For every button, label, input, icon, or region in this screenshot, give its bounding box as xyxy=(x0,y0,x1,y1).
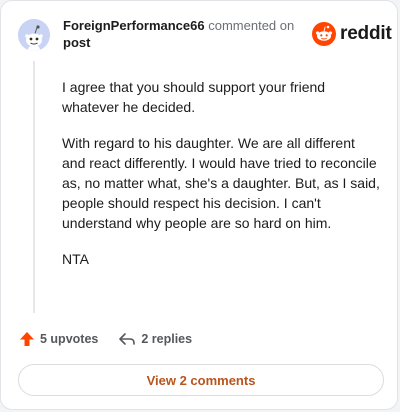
replies-count: 2 replies xyxy=(141,332,193,346)
comment-actions: 5 upvotes 2 replies xyxy=(19,331,192,347)
username[interactable]: ForeignPerformance66 xyxy=(63,18,205,33)
snoo-avatar-icon xyxy=(18,19,50,51)
upvote-button[interactable]: 5 upvotes xyxy=(19,331,98,347)
comment-paragraph: I agree that you should support your fri… xyxy=(62,79,326,115)
thread-line xyxy=(33,61,35,313)
user-avatar[interactable] xyxy=(18,19,50,51)
brand-name: reddit xyxy=(340,23,392,44)
meta-text: commented on xyxy=(208,18,295,33)
view-comments-button[interactable]: View 2 comments xyxy=(18,364,384,396)
upvote-arrow-icon xyxy=(20,332,34,346)
comment-header: ForeignPerformance66 commented on post xyxy=(63,17,303,51)
reply-arrow-icon xyxy=(119,333,136,345)
comment-body: I agree that you should support your fri… xyxy=(62,77,382,285)
reddit-logo[interactable]: reddit xyxy=(312,21,392,47)
comment-paragraph: NTA xyxy=(62,251,89,267)
comment-card: ForeignPerformance66 commented on post r… xyxy=(0,0,398,410)
upvote-count: 5 upvotes xyxy=(40,332,99,346)
post-link[interactable]: post xyxy=(63,35,90,50)
comment-paragraph: With regard to his daughter. We are all … xyxy=(62,135,380,231)
replies-button[interactable]: 2 replies xyxy=(118,331,192,347)
reddit-logo-icon xyxy=(312,22,336,46)
